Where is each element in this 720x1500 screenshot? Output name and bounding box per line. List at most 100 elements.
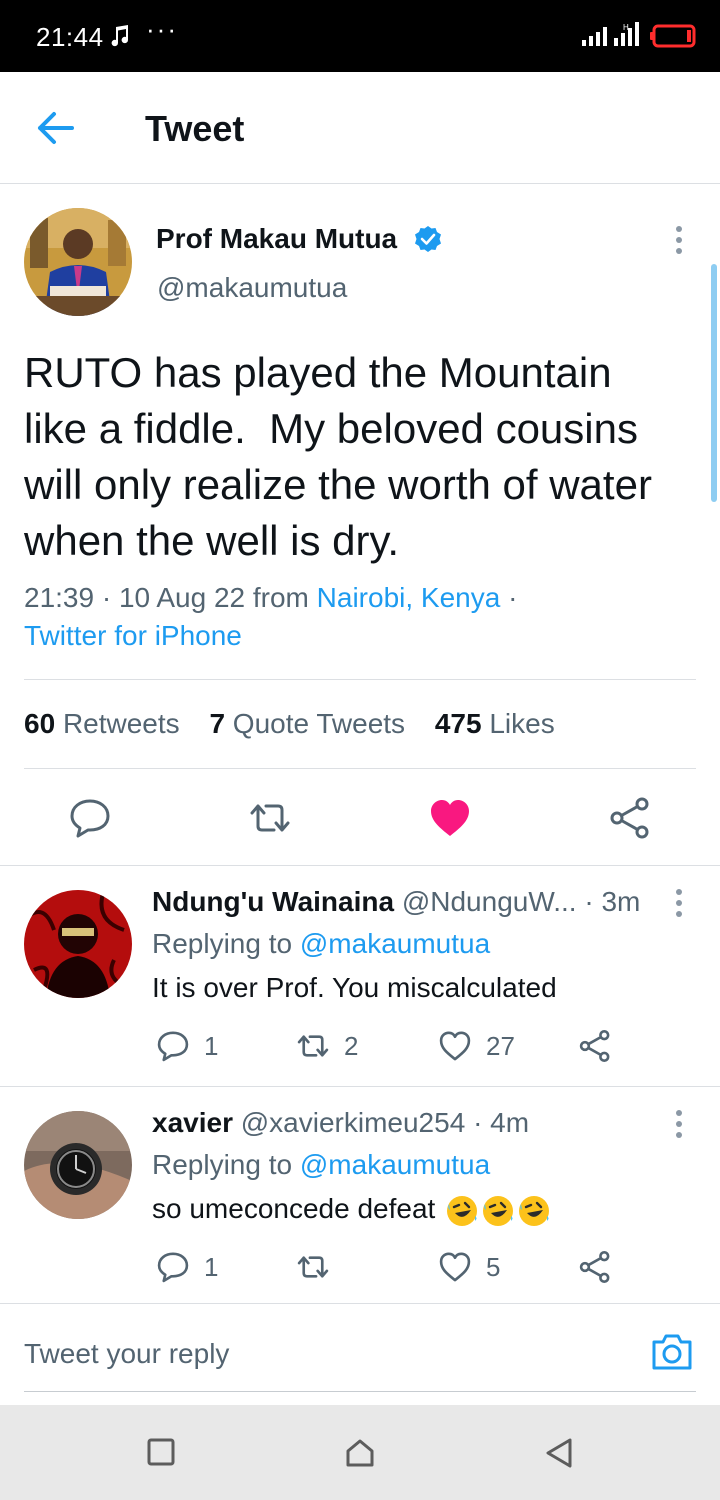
tweet-meta: 21:39 · 10 Aug 22 from Nairobi, Kenya · … [24,582,518,651]
share-button[interactable] [608,796,652,840]
signal-icon [582,26,610,46]
status-bar: 21:44 ··· H [0,0,720,72]
more-options-icon[interactable] [667,888,691,918]
replying-to-link[interactable]: @makaumutua [300,928,490,959]
comment-icon [70,799,110,838]
like-count: 5 [486,1251,501,1282]
quote-tweets-label: Quote Tweets [232,708,406,739]
home-button[interactable] [344,1437,376,1469]
reply-avatar[interactable] [24,1111,132,1219]
reply-author-handle[interactable]: @xavierkimeu254 [241,1107,466,1138]
camera-icon[interactable] [650,1332,694,1372]
heart-icon [439,1252,471,1282]
like-count: 27 [486,1030,515,1061]
svg-text:H: H [623,23,629,32]
back-button[interactable] [36,110,76,146]
from-label: from [252,582,309,613]
back-nav-button[interactable] [544,1437,574,1469]
reply-like-button[interactable]: 5 [438,1249,500,1285]
reply-comment-button[interactable]: 1 [156,1028,218,1064]
like-button[interactable] [428,796,472,840]
verified-badge-icon [414,225,442,253]
battery-icon [650,24,698,48]
reply-time: 3m [601,886,641,917]
reply-like-button[interactable]: 27 [438,1028,515,1064]
comment-icon [157,1031,189,1062]
page-title: Tweet [145,108,245,149]
likes-label: Likes [489,708,555,739]
quote-tweets-count: 7 [209,708,226,739]
scrollbar[interactable] [711,264,717,502]
likes-stat[interactable]: 475 Likes [435,708,555,739]
more-options-icon[interactable] [667,225,691,255]
replying-to: Replying to @makaumutua [152,928,490,960]
reply-compose-field[interactable]: Tweet your reply [24,1320,696,1392]
reply-count: 1 [204,1251,219,1282]
replying-label: Replying to [152,928,293,959]
reply-text: It is over Prof. You miscalculated [152,972,557,1003]
tweet-source-link[interactable]: Twitter for iPhone [24,620,242,651]
tweet-date: 10 Aug 22 [118,582,246,613]
reply-author-handle[interactable]: @NdunguW... [402,886,577,917]
more-options-icon[interactable] [667,1109,691,1139]
reply-time: 4m [490,1107,530,1138]
tweet-stats: 60 Retweets 7 Quote Tweets 475 Likes [24,708,577,740]
recent-apps-button[interactable] [146,1437,176,1467]
reply-header: Ndung'u Wainaina @NdunguW... · 3m [152,886,641,917]
wifi-signal-icon: H [614,22,642,48]
quote-tweets-stat[interactable]: 7 Quote Tweets [209,708,405,739]
share-icon [610,797,649,839]
reply-share-button[interactable] [578,1028,626,1064]
likes-count: 475 [434,708,482,739]
reply-retweet-button[interactable] [296,1249,344,1285]
reply-text-content: so umeconcede defeat [152,1193,436,1224]
reply-item[interactable]: xavier @xavierkimeu254 · 4m Replying to … [0,1087,720,1307]
arrow-left-icon [38,112,74,144]
share-icon [579,1251,610,1283]
music-note-icon [108,24,132,48]
reply-count: 1 [204,1030,219,1061]
divider [24,768,696,769]
author-avatar[interactable] [24,208,132,316]
divider [0,1303,720,1304]
heart-icon [439,1031,471,1061]
tweet-location-link[interactable]: Nairobi, Kenya [317,582,501,613]
retweets-stat[interactable]: 60 Retweets [24,708,180,739]
reply-retweet-button[interactable]: 2 [296,1028,358,1064]
author-name[interactable]: Prof Makau Mutua [156,223,397,255]
more-notifications-indicator: ··· [146,14,178,44]
retweet-icon [250,804,290,832]
status-time: 21:44 [36,22,104,52]
rolling-on-floor-laughing-emoji [445,1194,479,1228]
retweet-icon [297,1035,329,1057]
system-navigation-bar [0,1405,720,1500]
reply-button[interactable] [68,796,112,840]
reply-item[interactable]: Ndung'u Wainaina @NdunguW... · 3m Replyi… [0,866,720,1086]
reply-share-button[interactable] [578,1249,626,1285]
app-header: Tweet [0,72,720,184]
replying-label: Replying to [152,1149,293,1180]
retweet-icon [297,1256,329,1278]
reply-author-name[interactable]: xavier [152,1107,233,1138]
heart-filled-icon [431,800,469,836]
retweets-count: 60 [24,708,56,739]
reply-avatar[interactable] [24,890,132,998]
reply-text: so umeconcede defeat [152,1193,551,1228]
tweet-text: RUTO has played the Mountain like a fidd… [24,349,652,564]
replying-to: Replying to @makaumutua [152,1149,490,1181]
divider [24,679,696,680]
retweets-label: Retweets [62,708,180,739]
author-handle[interactable]: @makaumutua [157,272,347,304]
reply-author-name[interactable]: Ndung'u Wainaina [152,886,394,917]
compose-placeholder: Tweet your reply [24,1338,230,1369]
replying-to-link[interactable]: @makaumutua [300,1149,490,1180]
tweet-time: 21:39 [24,582,95,613]
comment-icon [157,1252,189,1283]
reply-header: xavier @xavierkimeu254 · 4m [152,1107,530,1138]
retweet-count: 2 [344,1030,359,1061]
rolling-on-floor-laughing-emoji [481,1194,515,1228]
retweet-button[interactable] [248,796,292,840]
reply-comment-button[interactable]: 1 [156,1249,218,1285]
share-icon [579,1030,610,1062]
rolling-on-floor-laughing-emoji [517,1194,551,1228]
